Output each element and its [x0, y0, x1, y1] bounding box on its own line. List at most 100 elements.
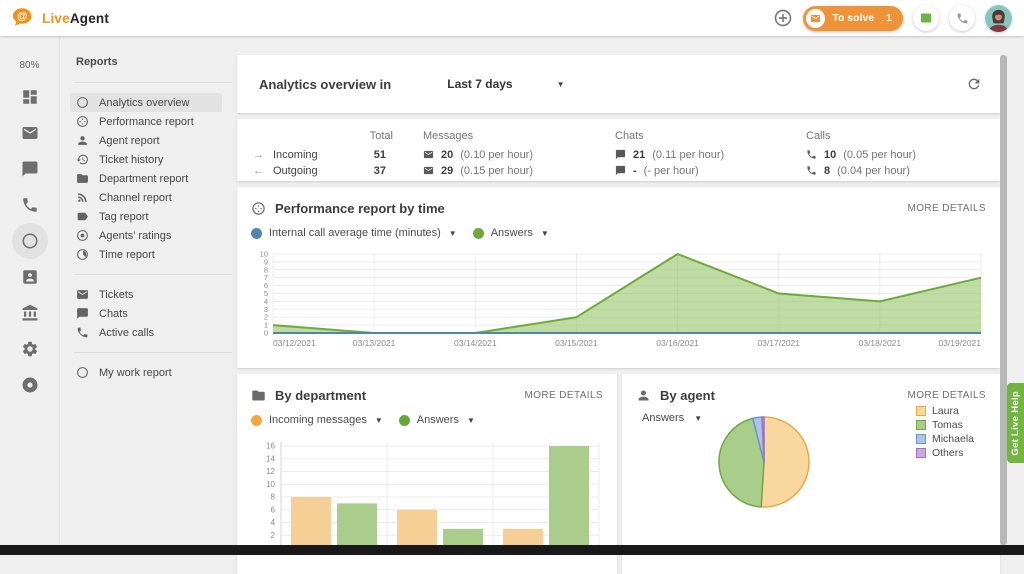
- legend-swatch: [916, 448, 926, 458]
- calls-value: 8: [824, 165, 830, 177]
- svg-text:@: @: [17, 11, 27, 23]
- dashboard-icon: [21, 88, 39, 106]
- mail-icon: [423, 149, 434, 160]
- rail-item-phone[interactable]: [12, 187, 48, 223]
- rail-item-settings[interactable]: [12, 331, 48, 367]
- stats-row-outgoing: ←Outgoing 37 29(0.15 per hour) -(- per h…: [253, 163, 1000, 178]
- rail-item-mail[interactable]: [12, 115, 48, 151]
- sidebar-item-time-report[interactable]: Time report: [60, 245, 232, 264]
- sidebar-item-ticket-history[interactable]: Ticket history: [60, 150, 232, 169]
- legend-swatch: [916, 406, 926, 416]
- calls-rate: (0.05 per hour): [843, 149, 916, 161]
- performance-area-chart: 01234567891003/12/202103/13/202103/14/20…: [251, 249, 986, 349]
- phone-icon: [21, 196, 39, 214]
- svg-text:03/13/2021: 03/13/2021: [353, 338, 396, 348]
- svg-text:03/16/2021: 03/16/2021: [656, 338, 699, 348]
- person-icon: [76, 134, 89, 147]
- performance-report-card: Performance report by time MORE DETAILS …: [237, 187, 1000, 368]
- svg-text:9: 9: [264, 257, 268, 266]
- ring-icon: [21, 376, 39, 394]
- sidebar-item-active-calls[interactable]: Active calls: [60, 323, 232, 342]
- sidebar-item-analytics-overview[interactable]: Analytics overview: [70, 93, 222, 112]
- col-chats: Chats: [615, 130, 806, 142]
- chat-icon: [615, 165, 626, 176]
- stats-row-incoming: →Incoming 51 20(0.10 per hour) 21(0.11 p…: [253, 147, 1000, 162]
- sidebar-item-label: Agents' ratings: [99, 230, 171, 242]
- legend-label: Michaela: [932, 433, 974, 445]
- sidebar-item-label: My work report: [99, 367, 172, 379]
- calls-button[interactable]: [949, 5, 975, 31]
- legend-dot-green: [399, 415, 410, 426]
- get-live-help-label: Get Live Help: [1010, 391, 1021, 456]
- svg-text:6: 6: [264, 281, 268, 290]
- legend-dot-orange: [251, 415, 262, 426]
- legend-item-michaela: Michaela: [916, 432, 974, 446]
- chats-value: -: [633, 165, 637, 177]
- legend-label: Others: [932, 447, 964, 459]
- legend-item-tomas: Tomas: [916, 418, 974, 432]
- legend-dot-green: [473, 228, 484, 239]
- chat-icon: [615, 149, 626, 160]
- legend-label[interactable]: Answers: [417, 414, 459, 426]
- sidebar-item-label: Active calls: [99, 327, 154, 339]
- page-title: Analytics overview in: [259, 77, 391, 92]
- mail-icon: [76, 288, 89, 301]
- add-button[interactable]: [773, 8, 793, 28]
- rail-item-contact-card[interactable]: [12, 259, 48, 295]
- svg-text:6: 6: [271, 505, 276, 514]
- bottom-bar: [0, 545, 1024, 555]
- get-live-help-tab[interactable]: Get Live Help: [1007, 383, 1024, 463]
- sidebar-item-department-report[interactable]: Department report: [60, 169, 232, 188]
- card-title: By agent: [660, 388, 715, 403]
- to-solve-button[interactable]: To solve 1: [803, 6, 903, 31]
- more-details-link[interactable]: MORE DETAILS: [524, 390, 603, 401]
- rss-icon: [76, 191, 89, 204]
- legend-swatch: [916, 434, 926, 444]
- messages-value: 29: [441, 165, 453, 177]
- chevron-down-icon: ▼: [557, 80, 565, 89]
- sidebar-item-agent-report[interactable]: Agent report: [60, 131, 232, 150]
- sidebar-item-channel-report[interactable]: Channel report: [60, 188, 232, 207]
- chats-button[interactable]: [913, 5, 939, 31]
- icon-rail: 80%: [0, 36, 60, 545]
- avatar[interactable]: [985, 5, 1012, 32]
- performance-icon: [251, 201, 266, 216]
- rail-item-reports[interactable]: [12, 223, 48, 259]
- rail-item-dashboard[interactable]: [12, 79, 48, 115]
- metric-value: Answers: [642, 412, 684, 424]
- to-solve-count: 1: [886, 12, 892, 24]
- sidebar-item-agents-ratings[interactable]: Agents' ratings: [60, 226, 232, 245]
- date-range-select[interactable]: Last 7 days ▼: [447, 77, 564, 91]
- svg-text:3: 3: [264, 305, 268, 314]
- legend-dot-blue: [251, 228, 262, 239]
- tag-icon: [76, 210, 89, 223]
- phone-icon: [806, 165, 817, 176]
- liveagent-logo[interactable]: @ LiveAgent: [12, 7, 109, 29]
- rail-item-chat[interactable]: [12, 151, 48, 187]
- calls-value: 10: [824, 149, 836, 161]
- contact-card-icon: [21, 268, 39, 286]
- chat-icon: [21, 160, 39, 178]
- sidebar-item-label: Tickets: [99, 289, 133, 301]
- sidebar-item-tickets[interactable]: Tickets: [60, 285, 232, 304]
- sidebar-item-my-work-report[interactable]: My work report: [60, 363, 232, 382]
- vertical-scrollbar[interactable]: [1000, 55, 1007, 545]
- rail-item-apps[interactable]: [12, 367, 48, 403]
- chevron-down-icon: ▼: [541, 229, 549, 238]
- refresh-button[interactable]: [966, 76, 982, 92]
- mail-icon: [423, 165, 434, 176]
- stats-card: Total Messages Chats Calls →Incoming 51 …: [237, 119, 1000, 181]
- legend-label[interactable]: Incoming messages: [269, 414, 367, 426]
- by-agent-card: By agent MORE DETAILS Answers ▼ Laura To…: [622, 374, 1000, 574]
- legend-label[interactable]: Answers: [491, 227, 533, 239]
- more-details-link[interactable]: MORE DETAILS: [907, 390, 986, 401]
- sidebar-item-chats[interactable]: Chats: [60, 304, 232, 323]
- sidebar-item-tag-report[interactable]: Tag report: [60, 207, 232, 226]
- legend-label[interactable]: Internal call average time (minutes): [269, 227, 441, 239]
- brand-live: Live: [42, 11, 70, 26]
- sidebar-item-performance-report[interactable]: Performance report: [60, 112, 232, 131]
- rail-item-bank[interactable]: [12, 295, 48, 331]
- analytics-overview-header-card: Analytics overview in Last 7 days ▼: [237, 55, 1000, 113]
- legend-swatch: [916, 420, 926, 430]
- more-details-link[interactable]: MORE DETAILS: [907, 203, 986, 214]
